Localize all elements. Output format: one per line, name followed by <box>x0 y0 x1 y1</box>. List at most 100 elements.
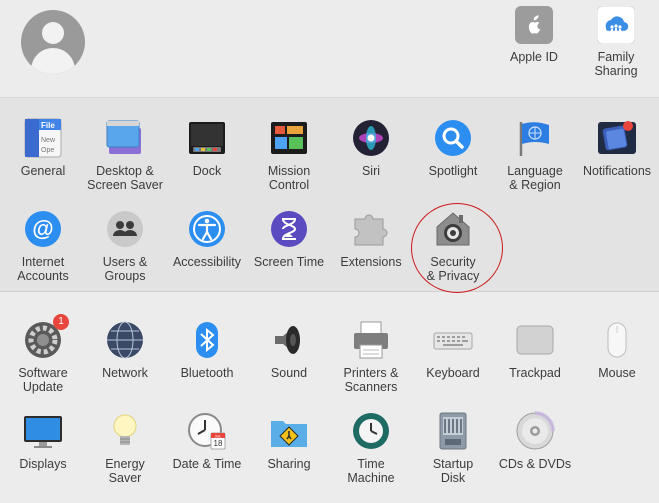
at-icon: @ <box>23 209 63 249</box>
internet-accounts-label: Internet Accounts <box>17 255 69 283</box>
pref-language-region[interactable]: Language & Region <box>494 118 576 192</box>
pref-sharing[interactable]: Sharing <box>248 411 330 471</box>
puzzle-icon <box>351 209 391 249</box>
clock-icon: JUL 18 <box>187 411 227 451</box>
bluetooth-label: Bluetooth <box>180 366 234 380</box>
pref-screen-time[interactable]: Screen Time <box>248 209 330 269</box>
highlight-circle <box>411 203 503 293</box>
printers-scanners-label: Printers & Scanners <box>343 366 399 394</box>
spotlight-label: Spotlight <box>428 164 478 178</box>
pref-siri[interactable]: Siri <box>330 118 412 178</box>
pref-extensions[interactable]: Extensions <box>330 209 412 269</box>
svg-text:New: New <box>41 137 56 144</box>
trackpad-icon <box>515 320 555 360</box>
svg-text:@: @ <box>32 216 53 241</box>
pref-trackpad[interactable]: Trackpad <box>494 320 576 380</box>
pref-network[interactable]: Network <box>84 320 166 380</box>
pref-software-update[interactable]: 1 Software Update <box>2 314 84 394</box>
siri-label: Siri <box>361 164 381 178</box>
pref-bluetooth[interactable]: Bluetooth <box>166 320 248 380</box>
desktop-icon <box>105 118 145 158</box>
sharing-folder-icon <box>269 411 309 451</box>
family-sharing-label: Family Sharing <box>594 50 638 78</box>
update-count-badge: 1 <box>53 314 69 330</box>
flag-icon <box>515 118 555 158</box>
pref-date-time[interactable]: JUL 18 Date & Time <box>166 411 248 471</box>
lightbulb-icon <box>105 411 145 451</box>
pref-notifications[interactable]: Notifications <box>576 118 658 178</box>
globe-icon <box>105 320 145 360</box>
energy-saver-label: Energy Saver <box>105 457 145 485</box>
siri-icon <box>351 118 391 158</box>
sound-label: Sound <box>270 366 308 380</box>
calendar-day: 18 <box>214 439 223 448</box>
hourglass-icon <box>269 209 309 249</box>
notifications-icon <box>597 118 637 158</box>
general-label: General <box>20 164 66 178</box>
pref-mouse[interactable]: Mouse <box>576 320 658 380</box>
pref-startup-disk[interactable]: Startup Disk <box>412 411 494 485</box>
pref-keyboard[interactable]: Keyboard <box>412 320 494 380</box>
dock-icon <box>187 118 227 158</box>
pref-desktop-screen-saver[interactable]: Desktop & Screen Saver <box>84 118 166 192</box>
mouse-icon <box>597 320 637 360</box>
keyboard-label: Keyboard <box>426 366 480 380</box>
bluetooth-icon <box>187 320 227 360</box>
spotlight-icon <box>433 118 473 158</box>
avatar-head-icon <box>42 22 64 44</box>
general-icon: File New Ope <box>23 118 63 158</box>
avatar-body-icon <box>31 48 75 74</box>
speaker-icon <box>269 320 309 360</box>
dock-label: Dock <box>192 164 222 178</box>
disk-icon <box>433 411 473 451</box>
apple-icon <box>515 6 553 44</box>
svg-text:Ope: Ope <box>41 147 54 154</box>
pref-users-groups[interactable]: Users & Groups <box>84 209 166 283</box>
pref-energy-saver[interactable]: Energy Saver <box>84 411 166 485</box>
date-time-label: Date & Time <box>172 457 242 471</box>
accessibility-label: Accessibility <box>172 255 242 269</box>
sharing-label: Sharing <box>267 457 311 471</box>
gear-icon: 1 <box>23 314 69 360</box>
pref-printers-scanners[interactable]: Printers & Scanners <box>330 320 412 394</box>
users-icon <box>105 209 145 249</box>
pref-family-sharing[interactable]: Family Sharing <box>575 6 657 78</box>
startup-disk-label: Startup Disk <box>432 457 474 485</box>
desktop-label: Desktop & Screen Saver <box>87 164 163 192</box>
pref-general[interactable]: File New Ope General <box>2 118 84 178</box>
pref-internet-accounts[interactable]: @ Internet Accounts <box>2 209 84 283</box>
cds-dvds-label: CDs & DVDs <box>498 457 572 471</box>
pref-apple-id[interactable]: Apple ID <box>493 6 575 64</box>
users-groups-label: Users & Groups <box>102 255 148 283</box>
pref-mission-control[interactable]: Mission Control <box>248 118 330 192</box>
pref-displays[interactable]: Displays <box>2 411 84 471</box>
user-avatar[interactable] <box>21 10 85 74</box>
network-label: Network <box>102 366 148 380</box>
family-sharing-icon <box>597 6 635 44</box>
pref-accessibility[interactable]: Accessibility <box>166 209 248 269</box>
pref-time-machine[interactable]: Time Machine <box>330 411 412 485</box>
screen-time-label: Screen Time <box>253 255 325 269</box>
mission-control-label: Mission Control <box>267 164 311 192</box>
apple-id-label: Apple ID <box>510 50 558 64</box>
notifications-label: Notifications <box>582 164 652 178</box>
calendar-month: JUL <box>214 433 222 438</box>
svg-text:File: File <box>41 121 55 130</box>
extensions-label: Extensions <box>340 255 402 269</box>
trackpad-label: Trackpad <box>509 366 561 380</box>
printer-icon <box>351 320 391 360</box>
keyboard-icon <box>433 320 473 360</box>
pref-sound[interactable]: Sound <box>248 320 330 380</box>
pref-dock[interactable]: Dock <box>166 118 248 178</box>
display-icon <box>23 411 63 451</box>
accessibility-icon <box>187 209 227 249</box>
pref-cds-dvds[interactable]: CDs & DVDs <box>494 411 576 471</box>
pref-spotlight[interactable]: Spotlight <box>412 118 494 178</box>
language-region-label: Language & Region <box>507 164 563 192</box>
cd-icon <box>515 411 555 451</box>
mission-control-icon <box>269 118 309 158</box>
displays-label: Displays <box>19 457 67 471</box>
time-machine-icon <box>351 411 391 451</box>
software-update-label: Software Update <box>18 366 68 394</box>
mouse-label: Mouse <box>598 366 636 380</box>
